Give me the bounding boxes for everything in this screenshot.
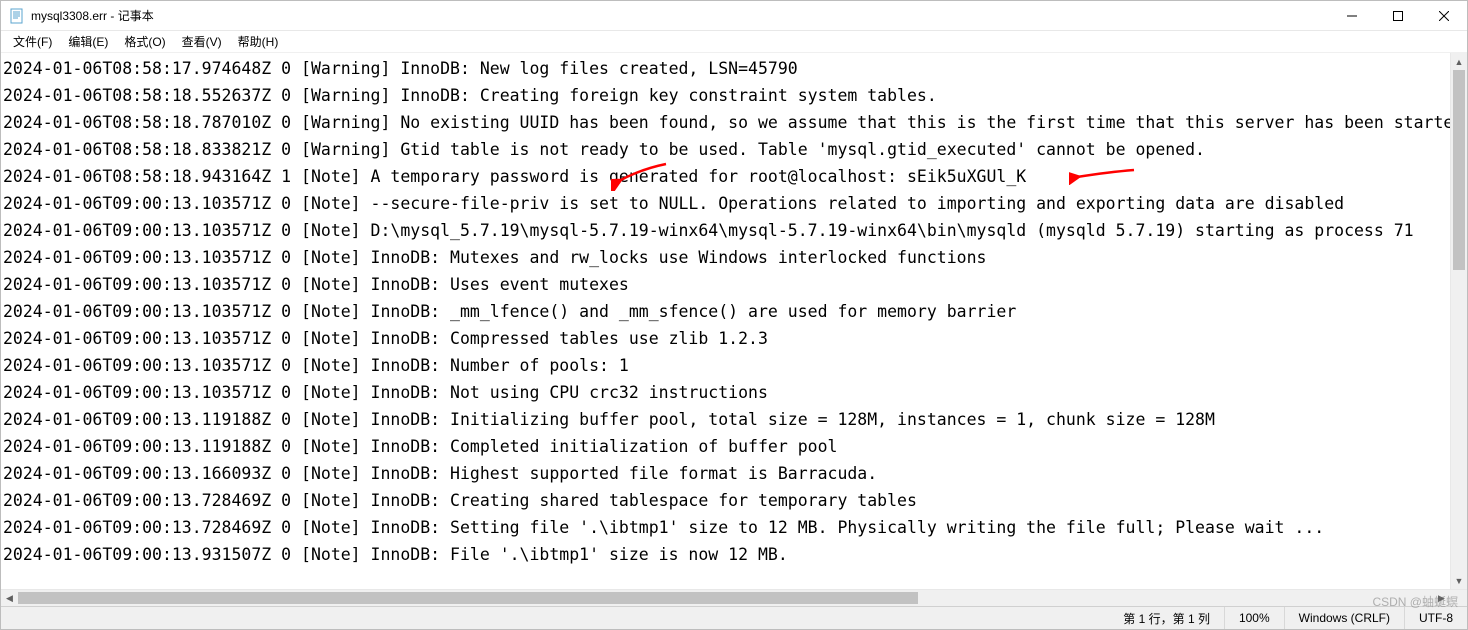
maximize-button[interactable] [1375, 1, 1421, 31]
close-button[interactable] [1421, 1, 1467, 31]
text-content[interactable]: 2024-01-06T08:58:17.974648Z 0 [Warning] … [1, 53, 1450, 589]
window-title: mysql3308.err - 记事本 [31, 7, 154, 24]
horizontal-scroll-thumb[interactable] [18, 592, 918, 604]
scroll-up-icon[interactable]: ▲ [1451, 53, 1467, 70]
titlebar: mysql3308.err - 记事本 [1, 1, 1467, 31]
status-zoom: 100% [1224, 607, 1284, 629]
horizontal-scroll-row: ◀ ▶ [1, 589, 1467, 606]
menu-view[interactable]: 查看(V) [174, 31, 230, 52]
notepad-icon [9, 8, 25, 24]
scroll-down-icon[interactable]: ▼ [1451, 572, 1467, 589]
minimize-button[interactable] [1329, 1, 1375, 31]
scroll-corner [1450, 590, 1467, 606]
statusbar: 第 1 行，第 1 列 100% Windows (CRLF) UTF-8 [1, 606, 1467, 629]
status-position: 第 1 行，第 1 列 [1109, 607, 1224, 629]
horizontal-scrollbar[interactable]: ◀ ▶ [1, 590, 1450, 606]
content-wrap: 2024-01-06T08:58:17.974648Z 0 [Warning] … [1, 53, 1467, 589]
menubar: 文件(F) 编辑(E) 格式(O) 查看(V) 帮助(H) [1, 31, 1467, 53]
menu-file[interactable]: 文件(F) [5, 31, 60, 52]
menu-help[interactable]: 帮助(H) [230, 31, 287, 52]
status-line-ending: Windows (CRLF) [1284, 607, 1404, 629]
status-encoding: UTF-8 [1404, 607, 1467, 629]
menu-format[interactable]: 格式(O) [116, 31, 173, 52]
vertical-scrollbar[interactable]: ▲ ▼ [1450, 53, 1467, 589]
menu-edit[interactable]: 编辑(E) [60, 31, 116, 52]
scroll-right-icon[interactable]: ▶ [1433, 590, 1450, 606]
scroll-left-icon[interactable]: ◀ [1, 590, 18, 606]
vertical-scroll-thumb[interactable] [1453, 70, 1465, 270]
